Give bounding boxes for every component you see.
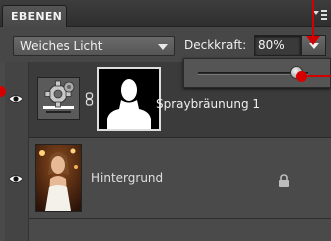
layer-mask-thumbnail[interactable] (97, 67, 161, 131)
opacity-label: Deckkraft: (184, 38, 247, 52)
layer-name: Hintergrund (91, 171, 164, 185)
panel-tab-strip: EBENEN (0, 0, 331, 27)
panel-menu-icon[interactable] (312, 8, 328, 22)
visibility-column (5, 62, 29, 241)
adjustment-gear-icon (43, 80, 75, 113)
opacity-input[interactable]: 80% (254, 35, 301, 56)
blend-mode-select[interactable]: Weiches Licht (13, 36, 175, 56)
eye-icon[interactable] (8, 173, 24, 185)
layer-name: Spraybräunung 1 (156, 97, 261, 111)
blend-mode-value: Weiches Licht (20, 39, 103, 53)
chevron-down-icon (158, 44, 168, 50)
eye-icon[interactable] (8, 93, 24, 105)
bride-photo (36, 145, 81, 211)
opacity-slider-popup (183, 58, 331, 88)
callout-line (304, 75, 331, 77)
lock-icon (279, 174, 289, 187)
tab-ebenen[interactable]: EBENEN (2, 5, 67, 27)
mask-silhouette (107, 79, 151, 129)
layer-row-hintergrund[interactable]: Hintergrund (29, 139, 331, 219)
link-icon[interactable] (85, 92, 94, 106)
layers-toolbar: Weiches Licht Deckkraft: 80% (0, 27, 331, 62)
callout-line (312, 0, 314, 40)
layer-photo-thumbnail[interactable] (35, 144, 82, 212)
layers-list: Spraybräunung 1 Hintergrund (0, 62, 331, 241)
callout-arrowhead (306, 36, 320, 45)
adjustment-layer-thumbnail[interactable] (37, 77, 80, 120)
